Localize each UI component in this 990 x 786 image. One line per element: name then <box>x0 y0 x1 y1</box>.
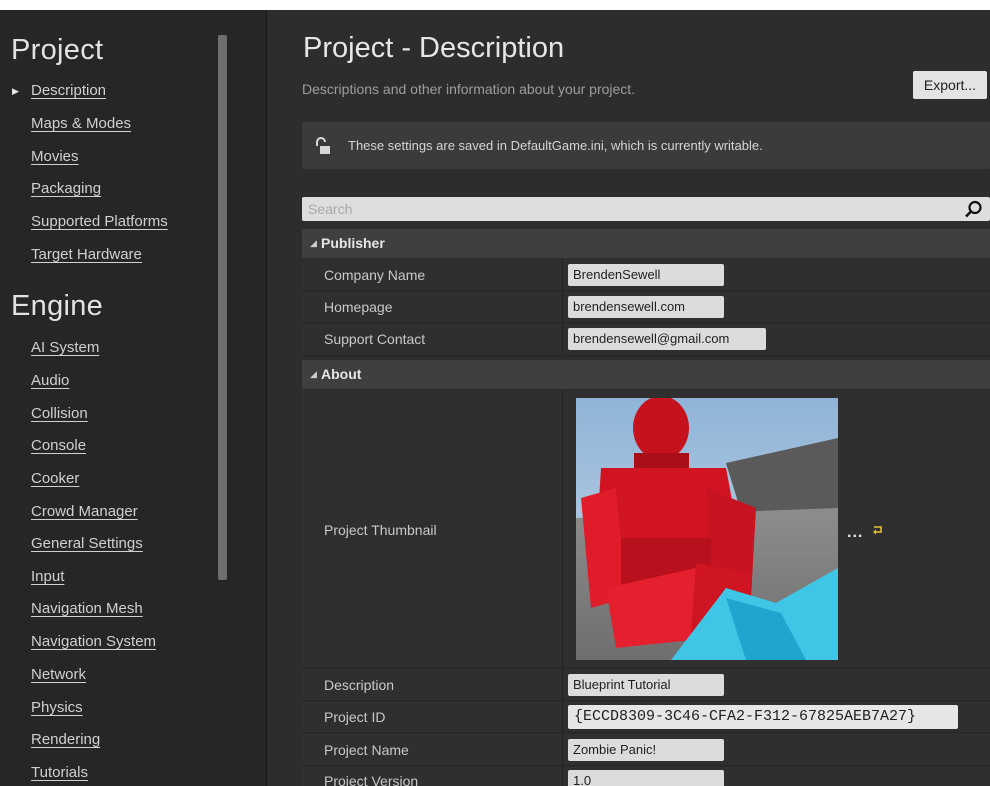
sidebar-item-rendering[interactable]: Rendering <box>31 731 100 748</box>
search-icon[interactable] <box>962 200 984 218</box>
sidebar-scrollbar[interactable] <box>218 35 227 580</box>
selected-arrow-icon: ▶ <box>12 86 19 96</box>
sidebar-item-ai-system[interactable]: AI System <box>31 339 99 356</box>
sidebar-item-collision[interactable]: Collision <box>31 405 88 422</box>
category-label: About <box>321 366 362 382</box>
property-label: Project Version <box>324 773 419 786</box>
property-label: Project ID <box>324 709 386 725</box>
sidebar-item-crowd-manager[interactable]: Crowd Manager <box>31 503 138 520</box>
sidebar-item-network[interactable]: Network <box>31 666 86 683</box>
config-notice-banner: These settings are saved in DefaultGame.… <box>302 122 990 169</box>
column-divider <box>562 767 563 786</box>
sidebar-item-console[interactable]: Console <box>31 437 86 454</box>
property-row-description: Description Blueprint Tutorial <box>302 669 990 701</box>
property-label: Project Thumbnail <box>324 522 437 538</box>
sidebar-item-supported-platforms[interactable]: Supported Platforms <box>31 213 168 230</box>
property-label: Support Contact <box>324 331 426 347</box>
thumbnail-render <box>576 398 838 660</box>
settings-main-panel: Project - Description Descriptions and o… <box>268 10 990 786</box>
property-row-project-thumbnail: Project Thumbnail ... <box>302 390 990 668</box>
sidebar-item-input[interactable]: Input <box>31 568 64 585</box>
sidebar-item-physics[interactable]: Physics <box>31 699 83 716</box>
sidebar-item-maps-modes[interactable]: Maps & Modes <box>31 115 131 132</box>
description-field[interactable]: Blueprint Tutorial <box>568 674 724 696</box>
support-contact-field[interactable]: brendensewell@gmail.com <box>568 328 766 350</box>
reset-to-default-icon[interactable] <box>871 524 885 536</box>
project-name-field[interactable]: Zombie Panic! <box>568 739 724 761</box>
search-input[interactable] <box>302 197 952 221</box>
sidebar-item-navigation-system[interactable]: Navigation System <box>31 633 156 650</box>
project-settings-window: Project ▶ Description Maps & Modes Movie… <box>0 10 990 786</box>
property-label: Company Name <box>324 267 426 283</box>
project-thumbnail-image[interactable] <box>576 398 838 660</box>
sidebar-item-description[interactable]: Description <box>31 82 106 99</box>
column-divider <box>562 292 563 322</box>
page-subtitle: Descriptions and other information about… <box>302 81 636 97</box>
export-button[interactable]: Export... <box>913 71 987 99</box>
property-row-company-name: Company Name BrendenSewell <box>302 259 990 291</box>
property-row-project-version: Project Version 1.0 <box>302 767 990 786</box>
column-divider <box>562 259 563 290</box>
sidebar-item-movies[interactable]: Movies <box>31 148 79 165</box>
sidebar-section-project: Project <box>11 34 104 66</box>
notice-text: These settings are saved in DefaultGame.… <box>348 138 763 153</box>
sidebar-item-target-hardware[interactable]: Target Hardware <box>31 246 142 263</box>
category-publisher-header[interactable]: ◢ Publisher <box>302 229 990 258</box>
category-about-header[interactable]: ◢ About <box>302 360 990 389</box>
unlocked-icon <box>316 137 330 154</box>
page-title: Project - Description <box>303 32 565 64</box>
company-name-field[interactable]: BrendenSewell <box>568 264 724 286</box>
project-version-field[interactable]: 1.0 <box>568 770 724 786</box>
property-row-support-contact: Support Contact brendensewell@gmail.com <box>302 324 990 356</box>
settings-sidebar: Project ▶ Description Maps & Modes Movie… <box>0 10 267 786</box>
sidebar-item-audio[interactable]: Audio <box>31 372 69 389</box>
property-row-project-name: Project Name Zombie Panic! <box>302 734 990 766</box>
sidebar-section-engine: Engine <box>11 290 104 322</box>
sidebar-item-general-settings[interactable]: General Settings <box>31 535 143 552</box>
collapse-triangle-icon: ◢ <box>310 238 317 248</box>
sidebar-item-tutorials[interactable]: Tutorials <box>31 764 88 781</box>
column-divider <box>562 390 563 667</box>
column-divider <box>562 324 563 355</box>
search-bar <box>302 197 990 221</box>
sidebar-item-cooker[interactable]: Cooker <box>31 470 79 487</box>
category-label: Publisher <box>321 235 385 251</box>
column-divider <box>562 702 563 732</box>
sidebar-item-packaging[interactable]: Packaging <box>31 180 101 197</box>
collapse-triangle-icon: ◢ <box>310 369 317 379</box>
column-divider <box>562 734 563 765</box>
property-label: Homepage <box>324 299 393 315</box>
thumbnail-options-button[interactable]: ... <box>847 524 863 542</box>
property-label: Project Name <box>324 742 409 758</box>
column-divider <box>562 669 563 700</box>
sidebar-item-navigation-mesh[interactable]: Navigation Mesh <box>31 600 143 617</box>
homepage-field[interactable]: brendensewell.com <box>568 296 724 318</box>
property-row-project-id: Project ID {ECCD8309-3C46-CFA2-F312-6782… <box>302 702 990 733</box>
project-id-field[interactable]: {ECCD8309-3C46-CFA2-F312-67825AEB7A27} <box>568 705 958 729</box>
property-label: Description <box>324 677 395 693</box>
property-row-homepage: Homepage brendensewell.com <box>302 292 990 323</box>
